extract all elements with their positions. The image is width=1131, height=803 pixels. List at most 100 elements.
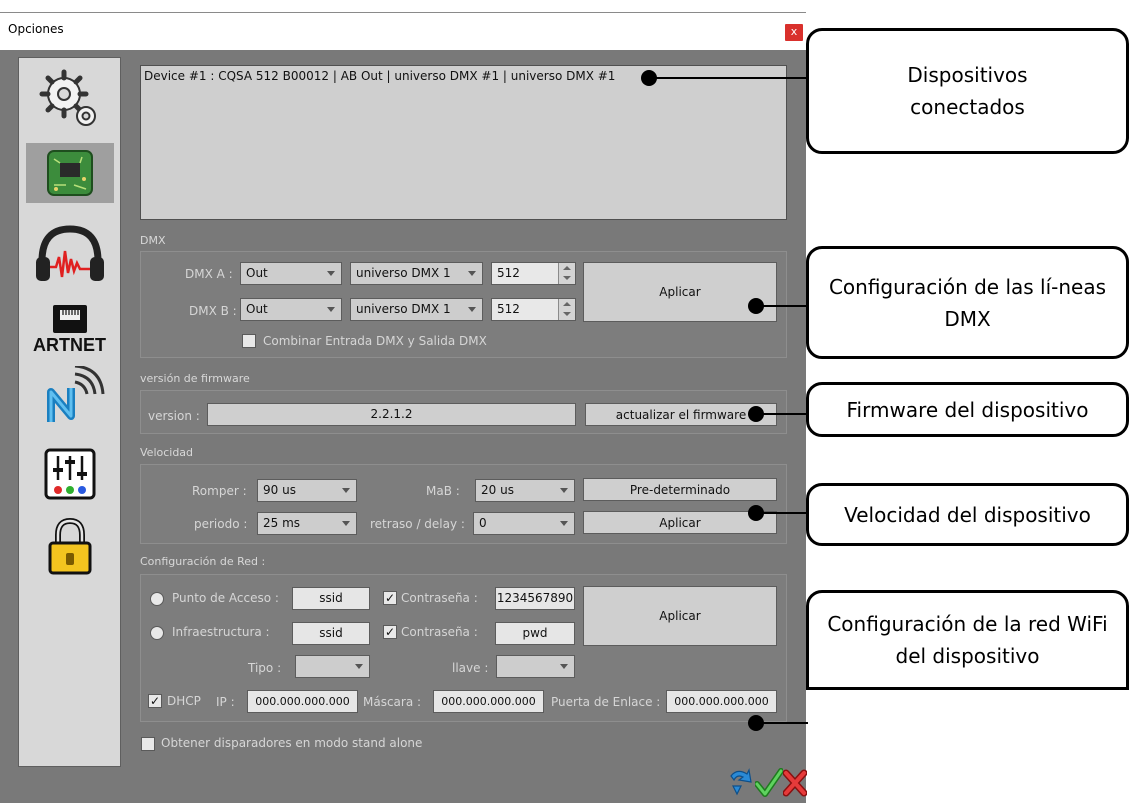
infrastructure-radio[interactable] [150,626,164,640]
dmx-b-channels-value: 512 [497,302,520,316]
dmx-a-label: DMX A : [185,267,233,281]
sidebar-item-security[interactable] [19,512,120,582]
dmx-a-universe-select[interactable]: universo DMX 1 [350,262,483,285]
mab-select[interactable]: 20 us [475,479,575,502]
combine-dmx-checkbox[interactable] [242,334,256,348]
callout-wifi: Configuración de la red WiFi del disposi… [806,590,1129,690]
device-list[interactable] [140,65,787,220]
dhcp-label: DHCP [167,694,201,708]
close-button[interactable]: x [785,24,803,41]
callout-leader-line [757,413,808,415]
version-field: 2.2.1.2 [207,403,576,426]
arrow-up-icon [563,266,571,270]
ap-password-checkbox[interactable]: ✓ [383,591,397,605]
delay-label: retraso / delay : [370,517,465,531]
sidebar-item-audio[interactable] [19,218,120,288]
sidebar-item-wifi[interactable] [19,364,120,432]
mixer-icon [44,448,95,500]
standalone-label: Obtener disparadores en modo stand alone [161,736,423,750]
gateway-input[interactable]: 000.000.000.000 [666,690,777,713]
type-label: Tipo : [248,661,282,675]
cancel-x-icon[interactable] [783,768,807,798]
callout-devices: Dispositivos conectados [806,28,1129,154]
speed-section-label: Velocidad [140,446,194,459]
standalone-checkbox[interactable] [141,737,155,751]
infrastructure-label: Infraestructura : [172,625,270,639]
callout-leader-line [757,722,808,724]
callout-firmware: Firmware del dispositivo [806,382,1129,437]
dmx-a-channels-value: 512 [497,266,520,280]
headphones-icon [35,225,104,281]
dmx-b-universe-value: universo DMX 1 [356,302,451,316]
dmx-a-channels-spinbox[interactable]: 512 [491,262,576,285]
ip-label: IP : [216,695,235,709]
title-bar [0,12,806,50]
dmx-apply-button[interactable]: Aplicar [583,262,777,322]
delay-select[interactable]: 0 [473,512,575,535]
dmx-a-mode-value: Out [246,266,268,280]
dmx-a-universe-value: universo DMX 1 [356,266,451,280]
chevron-down-icon [327,307,335,312]
callout-leader-line [757,512,808,514]
mab-label: MaB : [426,484,460,498]
break-value: 90 us [263,483,296,497]
period-label: periodo : [194,517,248,531]
type-select[interactable] [295,655,370,678]
mask-label: Máscara : [363,695,422,709]
dmx-b-channels-spinbox[interactable]: 512 [491,298,576,321]
callout-leader-line [757,305,808,307]
dmx-b-mode-select[interactable]: Out [240,298,342,321]
network-port-icon [52,305,87,333]
callout-speed: Velocidad del dispositivo [806,483,1129,546]
mask-input[interactable]: 000.000.000.000 [433,690,544,713]
sidebar-item-artnet[interactable]: ARTNET [19,296,120,360]
mab-value: 20 us [481,483,514,497]
infra-password-label: Contraseña : [401,625,478,639]
ap-ssid-input[interactable]: ssid [292,587,370,610]
ap-password-input[interactable]: 1234567890 [495,587,575,610]
chevron-down-icon [468,271,476,276]
dmx-section-label: DMX [140,234,166,247]
chevron-down-icon [327,271,335,276]
infra-password-input[interactable]: pwd [495,622,575,645]
refresh-arrow-icon[interactable] [727,766,753,798]
sidebar-item-devices[interactable] [26,143,114,203]
chevron-down-icon [468,307,476,312]
dhcp-checkbox[interactable]: ✓ [148,694,162,708]
sidebar: ARTNET [18,57,121,767]
chevron-down-icon [342,521,350,526]
window-title: Opciones [8,22,64,36]
key-label: llave : [452,661,489,675]
lock-icon [48,517,91,575]
key-select[interactable] [496,655,575,678]
infra-password-checkbox[interactable]: ✓ [383,625,397,639]
chevron-down-icon [560,521,568,526]
default-speed-button[interactable]: Pre-determinado [583,478,777,501]
arrow-up-icon [563,302,571,306]
break-select[interactable]: 90 us [257,479,357,502]
spin-buttons[interactable] [558,263,575,284]
break-label: Romper : [192,484,247,498]
sidebar-item-general[interactable] [19,66,120,134]
wifi-n-icon [46,366,104,422]
dmx-b-universe-select[interactable]: universo DMX 1 [350,298,483,321]
chevron-down-icon [342,488,350,493]
spin-buttons[interactable] [558,299,575,320]
device-list-item[interactable]: Device #1 : CQSA 512 B00012 | AB Out | u… [144,69,615,83]
chevron-down-icon [355,664,363,669]
artnet-label: ARTNET [33,335,106,355]
version-label: version : [148,409,200,423]
ip-input[interactable]: 000.000.000.000 [247,690,358,713]
chevron-down-icon [560,488,568,493]
infra-ssid-input[interactable]: ssid [292,622,370,645]
dmx-a-mode-select[interactable]: Out [240,262,342,285]
period-value: 25 ms [263,516,301,530]
gateway-label: Puerta de Enlace : [551,695,661,709]
access-point-radio[interactable] [150,592,164,606]
period-select[interactable]: 25 ms [257,512,357,535]
combine-dmx-label: Combinar Entrada DMX y Salida DMX [263,334,487,348]
ok-check-icon[interactable] [755,768,783,798]
firmware-section-label: versión de firmware [140,372,250,385]
network-apply-button[interactable]: Aplicar [583,586,777,646]
sidebar-item-mixer[interactable] [19,442,120,506]
